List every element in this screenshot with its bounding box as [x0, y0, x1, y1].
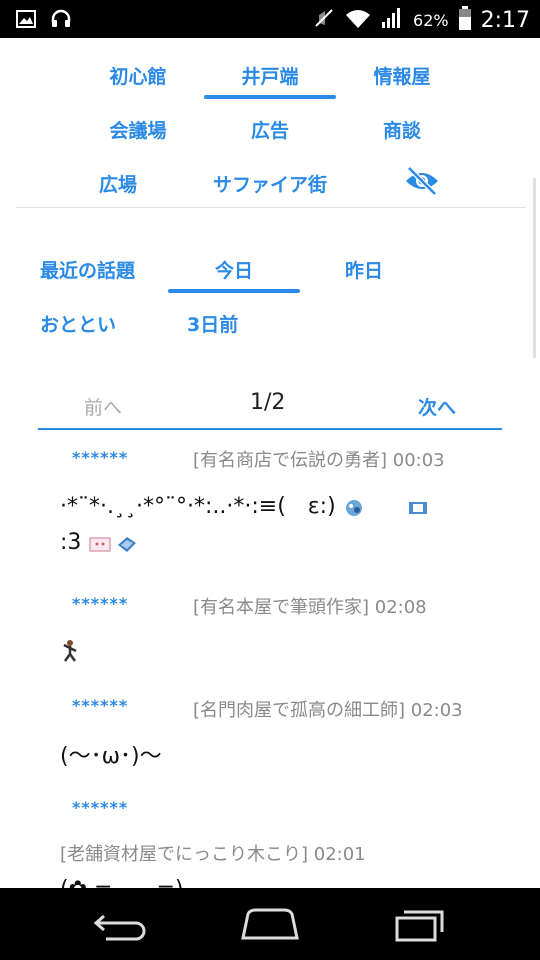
post-meta: [名門肉屋で孤高の細工師] 02:03 — [193, 700, 463, 721]
post-body: ·*¨*·.¸¸·*°¨°·*:..·*·:≡( ε:) — [60, 488, 427, 520]
home-icon[interactable] — [240, 908, 300, 946]
tab-idobata[interactable]: 井戸端 — [204, 62, 336, 99]
pager-underline — [38, 428, 502, 430]
post-stars[interactable]: ****** — [72, 448, 128, 467]
main-content: 初心館 井戸端 情報屋 会議場 広告 商談 広場 サファイア街 最近の話題 今日… — [0, 38, 540, 888]
post-text: ·*¨*·.¸¸·*°¨°·*:..·*·:≡( ε:) — [60, 494, 336, 519]
tab-johoya[interactable]: 情報屋 — [336, 62, 468, 89]
post-stars[interactable]: ****** — [72, 594, 128, 613]
emoji-icon — [115, 533, 137, 553]
prev-button[interactable]: 前へ — [84, 393, 122, 420]
page-indicator: 1/2 — [250, 390, 286, 415]
gallery-icon — [16, 9, 36, 33]
status-bar: 62% 2:17 — [0, 0, 540, 38]
battery-icon — [458, 6, 471, 34]
wifi-icon — [345, 7, 371, 33]
tab-hiroba[interactable]: 広場 — [52, 170, 184, 197]
tab-shoshinkan[interactable]: 初心館 — [72, 62, 204, 89]
post-meta: [有名本屋で筆頭作家] 02:08 — [193, 597, 427, 618]
hide-icon[interactable] — [404, 166, 440, 200]
emoji-icon — [60, 639, 80, 662]
next-button[interactable]: 次へ — [418, 393, 456, 420]
tab-kaigijo[interactable]: 会議場 — [72, 116, 204, 143]
post-body-2: :3 — [60, 530, 137, 555]
post-meta: [有名商店で伝説の勇者] 00:03 — [193, 450, 445, 471]
divider — [16, 207, 526, 208]
scrollbar[interactable] — [533, 178, 536, 358]
subtab-day-before[interactable]: おととい — [40, 310, 116, 337]
post-text: (〜･ω･)〜 — [60, 744, 162, 769]
tab-sapphire[interactable]: サファイア街 — [204, 170, 336, 197]
emoji-icon — [343, 497, 363, 517]
post-text: :3 — [60, 530, 82, 555]
signal-icon — [381, 7, 403, 33]
navigation-bar — [0, 888, 540, 960]
recent-apps-icon[interactable] — [394, 908, 446, 946]
mute-icon — [313, 7, 335, 33]
back-icon[interactable] — [92, 908, 148, 946]
post-body: (〜･ω･)〜 — [60, 738, 162, 770]
tab-kokoku[interactable]: 広告 — [204, 116, 336, 143]
pager: 前へ 1/2 次へ — [38, 378, 502, 430]
post-stars[interactable]: ****** — [72, 696, 128, 715]
emoji-icon — [88, 533, 112, 553]
post-body: (✿ = =) — [60, 871, 183, 888]
post-body — [60, 636, 80, 662]
tab-shodan[interactable]: 商談 — [336, 116, 468, 143]
emoji-icon — [407, 497, 427, 517]
subtab-recent[interactable]: 最近の話題 — [40, 256, 135, 283]
clock: 2:17 — [480, 7, 530, 33]
post-text: (✿ = =) — [60, 877, 183, 888]
post-meta: [老舗資材屋でにっこり木こり] 02:01 — [60, 844, 366, 865]
post-stars[interactable]: ****** — [72, 798, 128, 817]
subtab-yesterday[interactable]: 昨日 — [345, 256, 383, 283]
subtab-3days[interactable]: 3日前 — [187, 310, 238, 337]
subtab-today[interactable]: 今日 — [168, 256, 300, 293]
battery-percent: 62% — [413, 10, 449, 30]
headset-icon — [50, 9, 72, 33]
